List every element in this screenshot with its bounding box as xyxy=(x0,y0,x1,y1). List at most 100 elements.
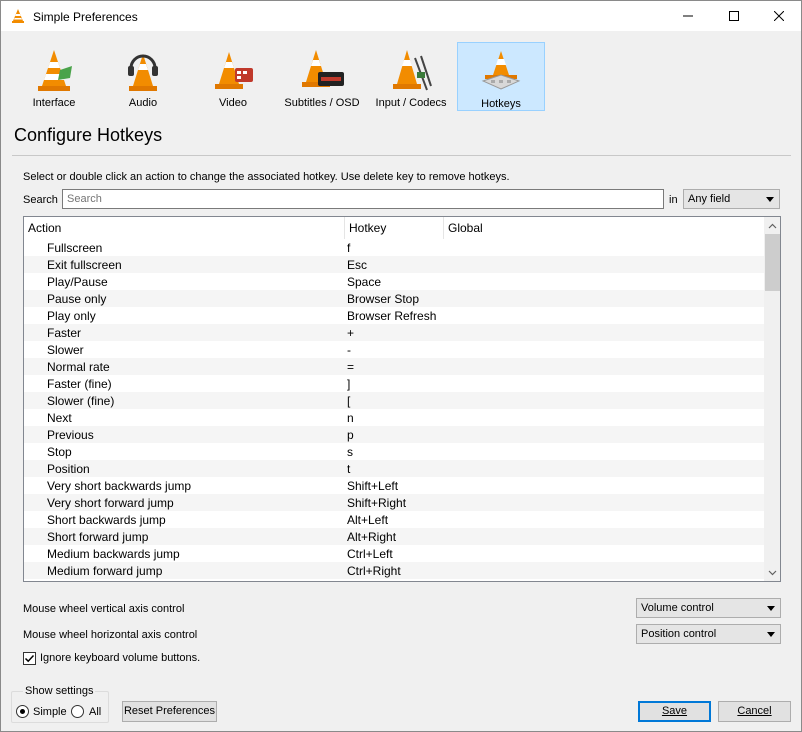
table-row[interactable]: Pause only Browser Stop xyxy=(24,290,764,307)
scroll-down-button[interactable] xyxy=(764,564,780,581)
table-row[interactable]: Next n xyxy=(24,409,764,426)
ignore-volume-checkbox[interactable] xyxy=(23,652,36,665)
scroll-up-button[interactable] xyxy=(764,217,780,234)
mouse-horizontal-value: Position control xyxy=(641,628,717,640)
table-row[interactable]: Play/Pause Space xyxy=(24,273,764,290)
table-row[interactable]: Exit fullscreen Esc xyxy=(24,256,764,273)
close-icon xyxy=(774,11,784,21)
cell-action: Stop xyxy=(47,445,72,459)
cell-hotkey: Ctrl+Right xyxy=(347,564,401,578)
category-video-label: Video xyxy=(219,97,247,109)
show-settings-title: Show settings xyxy=(23,685,96,697)
category-input-codecs[interactable]: Input / Codecs xyxy=(367,42,455,111)
table-row[interactable]: Position t xyxy=(24,460,764,477)
minimize-button[interactable] xyxy=(665,1,711,31)
search-scope-label: in xyxy=(669,194,678,206)
table-row[interactable]: Normal rate = xyxy=(24,358,764,375)
table-row[interactable]: Medium forward jump Ctrl+Right xyxy=(24,562,764,579)
search-input[interactable] xyxy=(62,189,664,209)
cell-action: Exit fullscreen xyxy=(47,258,122,272)
minimize-icon xyxy=(683,15,693,17)
close-button[interactable] xyxy=(756,1,802,31)
ignore-volume-label: Ignore keyboard volume buttons. xyxy=(40,652,201,664)
category-audio-label: Audio xyxy=(128,97,158,109)
cell-hotkey: Alt+Left xyxy=(347,513,389,527)
category-subtitles-osd[interactable]: Subtitles / OSD xyxy=(278,42,366,111)
preferences-window: Simple Preferences Interface Audio Video… xyxy=(0,0,802,732)
title-bar: Simple Preferences xyxy=(1,1,801,31)
cell-action: Play/Pause xyxy=(47,275,108,289)
mouse-vertical-label: Mouse wheel vertical axis control xyxy=(23,603,185,615)
maximize-button[interactable] xyxy=(711,1,757,31)
cell-hotkey: f xyxy=(347,241,351,255)
cell-hotkey: ] xyxy=(347,377,351,391)
hotkeys-table[interactable]: Action Hotkey Global Fullscreen f Exit ful… xyxy=(23,216,781,582)
table-row[interactable]: Very short forward jump Shift+Right xyxy=(24,494,764,511)
chevron-up-icon xyxy=(768,223,777,228)
table-row[interactable]: Previous p xyxy=(24,426,764,443)
cancel-label: Cancel xyxy=(737,705,772,717)
table-row[interactable]: Slower - xyxy=(24,341,764,358)
category-subtitles-label: Subtitles / OSD xyxy=(284,97,360,109)
chevron-down-icon xyxy=(767,632,775,637)
radio-simple-label[interactable]: Simple xyxy=(33,706,67,718)
table-row[interactable]: Slower (fine) [ xyxy=(24,392,764,409)
category-input-codecs-label: Input / Codecs xyxy=(375,97,447,109)
chevron-down-icon xyxy=(766,197,774,202)
cell-hotkey: Ctrl+Left xyxy=(347,547,393,561)
radio-all[interactable] xyxy=(71,705,84,718)
category-audio[interactable]: Audio xyxy=(99,42,187,111)
cell-hotkey: Esc xyxy=(347,258,368,272)
cell-action: Next xyxy=(47,411,72,425)
cell-hotkey: s xyxy=(347,445,353,459)
checkmark-icon xyxy=(24,654,35,663)
table-row[interactable]: Medium backwards jump Ctrl+Left xyxy=(24,545,764,562)
table-row[interactable]: Short backwards jump Alt+Left xyxy=(24,511,764,528)
vlc-interface-icon xyxy=(38,50,72,91)
chevron-down-icon xyxy=(768,570,777,575)
table-row[interactable]: Play only Browser Refresh xyxy=(24,307,764,324)
column-header-action[interactable]: Action xyxy=(24,217,345,239)
table-header: Action Hotkey Global xyxy=(24,217,764,239)
table-row[interactable]: Faster + xyxy=(24,324,764,341)
table-row[interactable]: Short forward jump Alt+Right xyxy=(24,528,764,545)
mouse-horizontal-select[interactable]: Position control xyxy=(636,624,781,644)
cell-action: Pause only xyxy=(47,292,107,306)
cell-action: Medium backwards jump xyxy=(47,547,180,561)
mouse-vertical-value: Volume control xyxy=(641,602,714,614)
category-interface-label: Interface xyxy=(32,97,76,109)
window-title: Simple Preferences xyxy=(33,10,138,24)
cell-hotkey: Shift+Left xyxy=(347,479,399,493)
table-row[interactable]: Faster (fine)] xyxy=(24,375,764,392)
cancel-button[interactable]: Cancel xyxy=(718,701,791,722)
cell-action: Very short forward jump xyxy=(47,496,174,510)
reset-preferences-button[interactable]: Reset Preferences xyxy=(122,701,217,722)
cell-action: Previous xyxy=(47,428,94,442)
category-interface[interactable]: Interface xyxy=(10,42,98,111)
vertical-scrollbar[interactable] xyxy=(764,217,780,581)
save-button[interactable]: Save xyxy=(638,701,711,722)
cell-action: Position xyxy=(47,462,90,476)
category-hotkeys[interactable]: Hotkeys xyxy=(457,42,545,111)
category-video[interactable]: Video xyxy=(189,42,277,111)
category-hotkeys-label: Hotkeys xyxy=(481,98,521,110)
cell-hotkey: Shift+Right xyxy=(347,496,407,510)
column-header-hotkey[interactable]: Hotkey xyxy=(345,217,444,239)
maximize-icon xyxy=(729,11,739,21)
vlc-audio-headphones-icon xyxy=(128,54,158,91)
scrollbar-thumb[interactable] xyxy=(765,234,780,291)
mouse-horizontal-label: Mouse wheel horizontal axis control xyxy=(23,629,198,641)
table-body: Fullscreen f Exit fullscreen Esc Play/Pause S… xyxy=(24,239,764,579)
vlc-subtitles-icon xyxy=(302,50,344,87)
radio-simple[interactable] xyxy=(16,705,29,718)
radio-all-label[interactable]: All xyxy=(89,706,101,718)
mouse-vertical-select[interactable]: Volume control xyxy=(636,598,781,618)
table-row[interactable]: Very short backwards jump Shift+Left xyxy=(24,477,764,494)
cell-hotkey: - xyxy=(347,343,351,357)
cell-action: Medium forward jump xyxy=(47,564,163,578)
column-header-global[interactable]: Global xyxy=(444,217,764,239)
chevron-down-icon xyxy=(767,606,775,611)
table-row[interactable]: Stop s xyxy=(24,443,764,460)
search-field-select[interactable]: Any field xyxy=(683,189,780,209)
table-row[interactable]: Fullscreen f xyxy=(24,239,764,256)
